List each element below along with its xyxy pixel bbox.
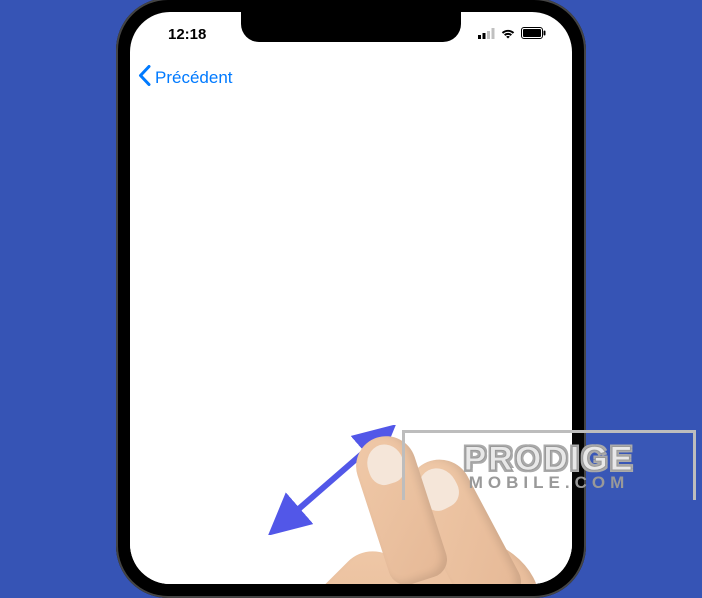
chevron-left-icon bbox=[138, 65, 151, 91]
back-button[interactable]: Précédent bbox=[138, 65, 233, 91]
status-icons bbox=[478, 26, 552, 43]
navigation-bar: Précédent bbox=[130, 56, 572, 100]
phone-frame: 12:18 bbox=[116, 0, 586, 598]
notch bbox=[241, 12, 461, 42]
status-time: 12:18 bbox=[150, 26, 206, 43]
content-area[interactable] bbox=[130, 100, 572, 584]
wifi-icon bbox=[500, 26, 516, 43]
cellular-icon bbox=[478, 26, 495, 43]
watermark-title: PRODIGE bbox=[464, 444, 635, 475]
back-button-label: Précédent bbox=[155, 68, 233, 88]
battery-icon bbox=[521, 26, 546, 43]
watermark-subtitle: MOBILE.COM bbox=[469, 473, 630, 493]
watermark: PRODIGE MOBILE.COM bbox=[402, 430, 696, 500]
